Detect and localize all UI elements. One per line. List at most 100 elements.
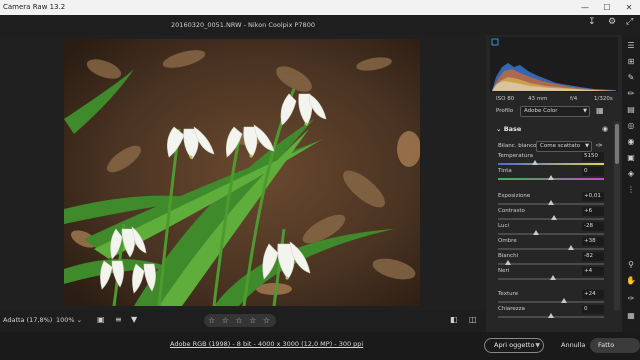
grid-icon[interactable]: ▦ (624, 310, 638, 322)
open-object-label: Apri oggetto (494, 341, 535, 349)
fullscreen-icon[interactable]: ⤢ (626, 17, 633, 31)
zoom-value: 100% (56, 316, 75, 324)
edit-panel: ISO 80 43 mm f/4 1/320s Profilo Adobe Co… (486, 35, 622, 332)
slider-track[interactable] (498, 245, 604, 250)
photo-preview (64, 39, 420, 306)
slider-value-field[interactable]: 0 (582, 305, 604, 314)
star-rating[interactable]: ☆ ☆ ☆ ☆ ☆ (204, 314, 276, 327)
slider-label: Neri (498, 268, 510, 274)
before-after-icon[interactable]: ◫ (469, 315, 477, 324)
snapshots-icon[interactable]: ▣ (624, 152, 638, 164)
slider-thumb[interactable] (548, 313, 554, 318)
slider-track[interactable] (498, 313, 604, 318)
slider-value-field[interactable]: -82 (582, 252, 604, 261)
sort-icon[interactable]: ≡ (115, 315, 122, 324)
save-icon[interactable]: ↧ (588, 17, 596, 31)
slider-value-field[interactable]: +38 (582, 237, 604, 246)
chevron-down-icon: ▼ (583, 108, 587, 114)
more-options-icon[interactable]: ⋮ (624, 184, 638, 196)
maximize-icon[interactable]: ☐ (597, 0, 617, 15)
base-section-header[interactable]: ⌄ Base (496, 125, 521, 133)
slider-value-field[interactable]: +6 (582, 207, 604, 216)
radial-filter-icon[interactable]: ◎ (624, 120, 638, 132)
settings-gear-icon[interactable]: ⚙ (608, 17, 616, 31)
crop-icon[interactable]: ⊞ (624, 56, 638, 68)
slider-track[interactable] (498, 275, 604, 280)
slider-value-field[interactable]: +24 (582, 290, 604, 299)
slider-thumb[interactable] (504, 260, 511, 265)
white-balance-dropdown[interactable]: Come scattato ▼ (536, 141, 592, 152)
zoom-level-dropdown[interactable]: 100% ⌄ (56, 316, 82, 324)
slider-thumb[interactable] (532, 160, 539, 165)
red-eye-icon[interactable]: ◉ (624, 136, 638, 148)
gradient-icon[interactable]: ▤ (624, 104, 638, 116)
exif-shutter: 1/320s (594, 96, 613, 102)
profile-value: Adobe Color (524, 108, 558, 114)
view-mode-icon[interactable]: ◧ (450, 315, 458, 324)
image-canvas[interactable] (0, 35, 486, 310)
brush-icon[interactable]: ✏ (624, 88, 638, 100)
visibility-eye-icon[interactable]: ◉ (602, 125, 608, 133)
presets-icon[interactable]: ◈ (624, 168, 638, 180)
window-titlebar: Camera Raw 13.2 — ☐ ✕ (0, 0, 640, 15)
slider-track[interactable] (498, 215, 604, 220)
slider-track[interactable] (498, 230, 604, 235)
slider-label: Tinta (498, 168, 512, 174)
slider-track[interactable] (498, 200, 604, 205)
slider-thumb[interactable] (548, 175, 554, 180)
slider-value-field[interactable]: 0 (582, 167, 604, 176)
profile-dropdown[interactable]: Adobe Color ▼ (520, 106, 590, 117)
white-balance-label: Bilanc. bianco (498, 143, 537, 149)
slider-track[interactable] (498, 160, 604, 165)
slider-thumb[interactable] (560, 298, 567, 303)
hand-icon[interactable]: ✋ (624, 275, 638, 287)
base-section-title: Base (503, 125, 522, 133)
slider-thumb[interactable] (551, 215, 558, 220)
zoom-icon[interactable]: ⚲ (624, 259, 638, 271)
slider-track[interactable] (498, 175, 604, 180)
tool-strip: ☰ ⊞ ✎ ✏ ▤ ◎ ◉ ▣ ◈ ⋮ ⚲ ✋ ✑ ▦ (622, 35, 640, 332)
footer-bar: Adobe RGB (1998) - 8 bit - 4000 x 3000 (… (0, 332, 640, 360)
edit-sliders-icon[interactable]: ☰ (624, 40, 638, 52)
app-title: Camera Raw 13.2 (3, 3, 66, 11)
document-title: 20160320_0051.NRW - Nikon Coolpix P7800 (171, 21, 315, 29)
filter-icon[interactable]: ▼ (131, 315, 137, 324)
filmstrip-icon[interactable]: ▣ (97, 315, 105, 324)
histogram (490, 37, 618, 92)
healing-icon[interactable]: ✎ (624, 72, 638, 84)
minimize-icon[interactable]: — (575, 0, 595, 15)
eyedropper-icon[interactable]: ✑ (596, 141, 603, 150)
close-icon[interactable]: ✕ (619, 0, 639, 15)
done-button[interactable]: Fatto (590, 338, 640, 353)
slider-value-field[interactable]: +4 (582, 267, 604, 276)
slider-thumb[interactable] (533, 230, 540, 235)
profile-label: Profilo (496, 108, 514, 114)
exif-aperture: f/4 (570, 96, 578, 102)
fit-zoom-dropdown[interactable]: Adatta (17,8%) (3, 316, 52, 324)
chevron-down-icon[interactable]: ▼ (535, 339, 540, 352)
slider-value-field[interactable]: -28 (582, 222, 604, 231)
slider-thumb[interactable] (550, 275, 557, 280)
panel-scrollbar[interactable] (614, 122, 620, 310)
slider-label: Ombre (498, 238, 517, 244)
cancel-button[interactable]: Annulla (561, 341, 585, 349)
scrollbar-thumb[interactable] (615, 124, 619, 164)
slider-track[interactable] (498, 298, 604, 303)
open-object-button[interactable]: Apri oggetto ▼ (484, 338, 544, 353)
slider-value-field[interactable]: 5150 (582, 152, 604, 161)
chevron-down-icon: ⌄ (496, 125, 502, 133)
workflow-options-link[interactable]: Adobe RGB (1998) - 8 bit - 4000 x 3000 (… (170, 340, 363, 348)
color-sampler-icon[interactable]: ✑ (624, 293, 638, 305)
slider-label: Temperatura (498, 153, 533, 159)
slider-value-field[interactable]: +0,01 (582, 192, 604, 201)
slider-track[interactable] (498, 260, 604, 265)
slider-label: Bianchi (498, 253, 519, 259)
slider-label: Contrasto (498, 208, 525, 214)
slider-thumb[interactable] (548, 200, 554, 205)
slider-thumb[interactable] (568, 245, 575, 250)
chevron-down-icon: ▼ (585, 143, 589, 149)
slider-label: Chiarezza (498, 306, 525, 312)
slider-label: Luci (498, 223, 510, 229)
profile-browser-icon[interactable]: ▦ (596, 106, 604, 115)
slider-label: Esposizione (498, 193, 531, 199)
